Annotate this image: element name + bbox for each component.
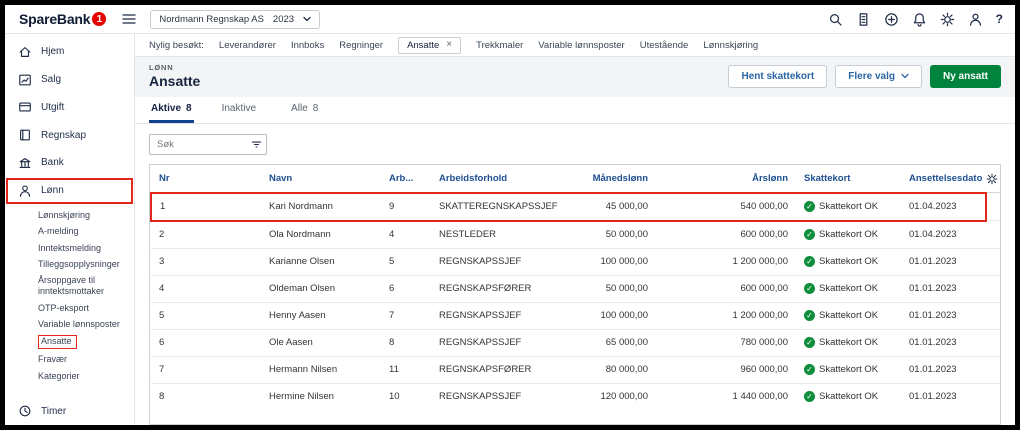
breadcrumb-eyebrow: LØNN <box>149 63 174 72</box>
search-row <box>135 124 1015 164</box>
table-settings-gear-icon[interactable] <box>986 165 1000 193</box>
check-circle-icon <box>804 391 815 402</box>
page-header: LØNN Ansatte Hent skattekort Flere valg … <box>135 57 1015 97</box>
user-icon[interactable] <box>968 12 983 27</box>
book-icon <box>20 129 30 141</box>
check-circle-icon <box>804 201 815 212</box>
col-arbeidsforhold[interactable]: Arbeidsforhold <box>431 165 571 193</box>
check-circle-icon <box>804 256 815 267</box>
brand-text: SpareBank <box>19 11 91 27</box>
topbar: SpareBank 1 Nordmann Regnskap AS 2023 ? <box>5 5 1015 34</box>
chart-icon <box>19 74 31 86</box>
sidebar-item-kategorier[interactable]: Kategorier <box>38 368 130 384</box>
sidebar-item-variable-lonnsposter[interactable]: Variable lønnsposter <box>38 316 130 332</box>
home-icon <box>19 46 31 57</box>
tab-alle[interactable]: Alle 8 <box>289 97 320 123</box>
check-circle-icon <box>804 229 815 240</box>
table-row[interactable]: 4 Oldeman Olsen 6 REGNSKAPSFØRER 50 000,… <box>151 274 1000 302</box>
sidebar-item-otp-eksport[interactable]: OTP-eksport <box>38 300 130 316</box>
col-arb[interactable]: Arb... <box>381 165 431 193</box>
tab-aktive[interactable]: Aktive 8 <box>149 97 194 123</box>
table-row[interactable]: 8 Hermine Nilsen 10 REGNSKAPSSJEF 120 00… <box>151 382 1000 410</box>
table-header-row: Nr Navn Arb... Arbeidsforhold Månedslønn… <box>151 165 1000 193</box>
sidebar-item-hjem[interactable]: Hjem <box>5 38 134 66</box>
table-row[interactable]: 7 Hermann Nilsen 11 REGNSKAPSFØRER 80 00… <box>151 355 1000 383</box>
sidebar-item-arsoppgave[interactable]: Årsoppgave til inntektsmottaker <box>38 273 130 301</box>
chevron-down-icon <box>303 16 311 22</box>
col-ansettelsesdato[interactable]: Ansettelsesdato <box>901 165 986 193</box>
clock-icon <box>19 405 31 417</box>
tabstrip-prefix: Nylig besøkt: <box>149 39 204 51</box>
company-name: Nordmann Regnskap AS <box>159 13 264 25</box>
page-title: Ansatte <box>149 73 201 89</box>
employees-table: Nr Navn Arb... Arbeidsforhold Månedslønn… <box>149 164 1001 425</box>
brand-badge-1: 1 <box>92 12 107 26</box>
company-selector[interactable]: Nordmann Regnskap AS 2023 <box>150 9 321 29</box>
tab-regninger[interactable]: Regninger <box>339 40 383 51</box>
check-circle-icon <box>804 337 815 348</box>
tab-utestaende[interactable]: Utestående <box>640 40 689 51</box>
col-arslonn[interactable]: Årslønn <box>656 165 796 193</box>
tab-lonnskjoring[interactable]: Lønnskjøring <box>703 40 758 51</box>
sidebar-item-utgift[interactable]: Utgift <box>5 94 134 122</box>
tab-alle-count: 8 <box>312 103 319 114</box>
sidebar-item-lonn[interactable]: Lønn <box>5 177 134 205</box>
col-manedslonn[interactable]: Månedslønn <box>571 165 656 193</box>
app-window: SpareBank 1 Nordmann Regnskap AS 2023 ? … <box>0 0 1020 430</box>
hent-skattekort-button[interactable]: Hent skattekort <box>728 64 828 88</box>
bank-icon <box>19 157 31 168</box>
sidebar-item-timer[interactable]: Timer <box>5 397 134 425</box>
table-row[interactable]: 1 Kari Nordmann 9 SKATTEREGNSKAPSSJEF 45… <box>150 191 1000 222</box>
table-row[interactable]: 6 Ole Aasen 8 REGNSKAPSSJEF 65 000,00 78… <box>151 328 1000 356</box>
sidebar-item-lonnskjoring[interactable]: Lønnskjøring <box>38 208 130 224</box>
search-icon[interactable] <box>828 12 843 27</box>
lonn-submenu: Lønnskjøring A-melding Inntektsmelding T… <box>5 205 134 385</box>
sidebar: Hjem Salg Utgift Regnskap Bank Lønn Lønn… <box>5 34 135 425</box>
col-skattekort[interactable]: Skattekort <box>796 165 901 193</box>
tab-innboks[interactable]: Innboks <box>291 40 324 51</box>
sparebank-logo[interactable]: SpareBank 1 <box>19 11 107 27</box>
table-row[interactable]: 3 Karianne Olsen 5 REGNSKAPSSJEF 100 000… <box>151 247 1000 275</box>
tab-ansatte[interactable]: Ansatte × <box>398 36 462 54</box>
employee-filter-tabs: Aktive 8 Inaktive Alle 8 <box>135 97 1015 124</box>
col-nr[interactable]: Nr <box>151 165 261 193</box>
sidebar-item-fravaer[interactable]: Fravær <box>38 352 130 368</box>
tab-variable-lonnsposter[interactable]: Variable lønnsposter <box>538 40 624 51</box>
person-icon <box>19 185 31 197</box>
check-circle-icon <box>804 310 815 321</box>
sidebar-item-regnskap[interactable]: Regnskap <box>5 121 134 149</box>
tab-leverandorer[interactable]: Leverandører <box>219 40 276 51</box>
sidebar-item-bank[interactable]: Bank <box>5 149 134 177</box>
search-input[interactable] <box>150 139 246 150</box>
check-circle-icon <box>804 364 815 375</box>
table-row[interactable]: 2 Ola Nordmann 4 NESTLEDER 50 000,00 600… <box>151 220 1000 248</box>
company-year: 2023 <box>272 13 295 25</box>
sidebar-item-salg[interactable]: Salg <box>5 66 134 94</box>
main-content: Nylig besøkt: Leverandører Innboks Regni… <box>135 34 1015 425</box>
filter-icon[interactable] <box>246 135 266 154</box>
sidebar-item-inntektsmelding[interactable]: Inntektsmelding <box>38 240 130 256</box>
close-tab-icon[interactable]: × <box>446 40 452 50</box>
sidebar-item-amelding[interactable]: A-melding <box>38 224 130 240</box>
recently-visited-tabstrip: Nylig besøkt: Leverandører Innboks Regni… <box>135 34 1015 57</box>
gear-icon[interactable] <box>940 12 955 27</box>
check-circle-icon <box>804 283 815 294</box>
ny-ansatt-button[interactable]: Ny ansatt <box>929 64 1001 88</box>
card-icon <box>19 102 31 112</box>
flere-valg-button[interactable]: Flere valg <box>835 64 922 88</box>
building-icon[interactable] <box>856 12 871 27</box>
sidebar-item-tilleggsopplysninger[interactable]: Tilleggsopplysninger <box>38 256 130 272</box>
tab-trekkmaler[interactable]: Trekkmaler <box>476 40 523 51</box>
sidebar-item-ansatte[interactable]: Ansatte <box>38 333 130 352</box>
topbar-icons: ? <box>828 12 1003 27</box>
bell-icon[interactable] <box>912 12 927 27</box>
col-navn[interactable]: Navn <box>261 165 381 193</box>
chevron-down-icon <box>901 73 909 79</box>
help-icon[interactable]: ? <box>996 12 1003 26</box>
plus-circle-icon[interactable] <box>884 12 899 27</box>
tab-inaktive[interactable]: Inaktive <box>220 97 263 123</box>
tab-aktive-count: 8 <box>186 103 192 114</box>
table-row[interactable]: 5 Henny Aasen 7 REGNSKAPSSJEF 100 000,00… <box>151 301 1000 329</box>
menu-icon[interactable] <box>122 13 137 25</box>
